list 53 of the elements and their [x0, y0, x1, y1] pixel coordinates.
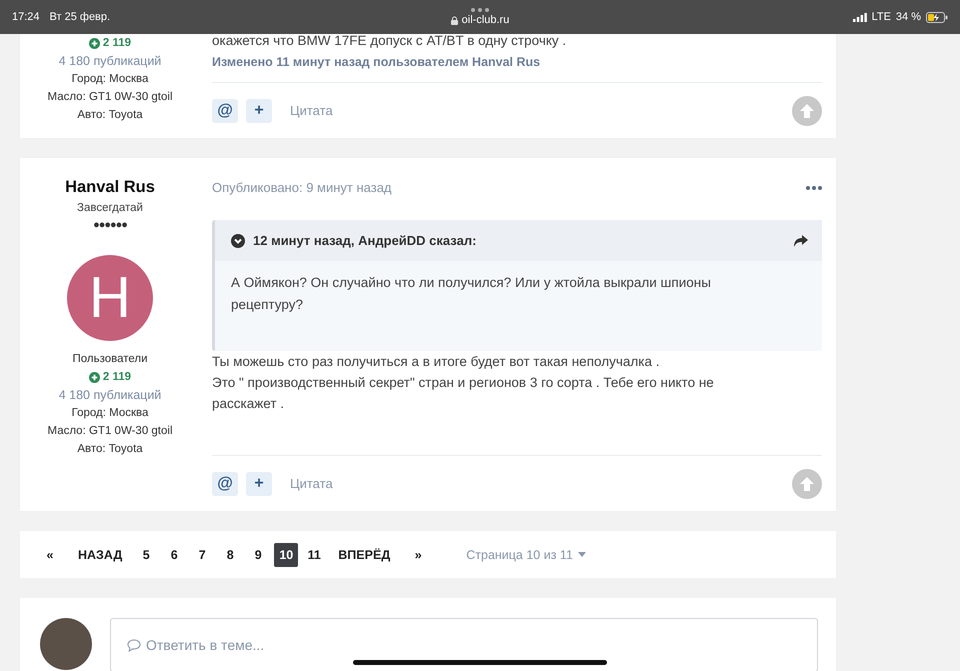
arrow-up-icon: [798, 102, 816, 120]
tab-dots-icon: [471, 8, 489, 12]
post-text: окажется что BMW 17FE допуск с AT/BT в одну строчку .: [212, 32, 568, 50]
page-link[interactable]: 9: [246, 542, 270, 566]
quote-text: А Оймякон? Он случайно что ли получился? Или у жтойла выкрали шпионы рецептуру?: [230, 274, 712, 314]
status-time: 17:24: [12, 11, 40, 23]
address-bar[interactable]: oil-club.ru: [450, 14, 510, 26]
reputation: 2 119: [88, 368, 132, 386]
network-type: LTE: [872, 11, 891, 23]
reputation: 2 119: [88, 34, 132, 52]
battery-percent: 34 %: [896, 11, 921, 23]
page-link[interactable]: 11: [302, 542, 326, 566]
profile-field: Авто: Toyota: [77, 440, 143, 458]
page-link[interactable]: 8: [218, 542, 242, 566]
page-link[interactable]: 5: [134, 542, 158, 566]
add-button[interactable]: +: [246, 98, 272, 122]
profile-field: Масло: GT1 0W-30 gtoil: [47, 88, 172, 106]
user-photo-placeholder: [40, 618, 92, 670]
arrow-up-icon: [798, 474, 816, 492]
lock-icon: [450, 16, 458, 24]
author-group: Пользователи: [72, 350, 148, 368]
profile-field: Город: Москва: [72, 404, 148, 422]
quote-citation[interactable]: 12 минут назад, АндрейDD сказал:: [231, 233, 476, 248]
battery-icon: [926, 12, 948, 22]
profile-field: Масло: GT1 0W-30 gtoil: [47, 422, 172, 440]
share-arrow-icon[interactable]: [794, 234, 808, 246]
prev-page-link[interactable]: НАЗАД: [72, 542, 128, 566]
post-date: Опубликовано: 9 минут назад: [212, 179, 392, 197]
avatar[interactable]: H: [67, 255, 153, 341]
caret-icon: [578, 552, 586, 557]
page-link[interactable]: 6: [162, 542, 186, 566]
first-page-link[interactable]: «: [38, 542, 62, 566]
more-icon[interactable]: [806, 186, 822, 190]
speech-bubble-icon: [127, 638, 141, 652]
chevron-down-circle-icon: [231, 234, 245, 248]
profile-field: Город: Москва: [72, 70, 148, 88]
author-name[interactable]: Hanval Rus: [65, 175, 155, 199]
profile-field: Авто: Toyota: [77, 106, 143, 124]
page-link[interactable]: 10: [274, 542, 298, 566]
post-text: Ты можешь сто раз получиться а в итоге будет вот такая неполучалка . Это " производственный секрет" стран и регионов 3 го сорта . Тебе его никто не расскажет .: [212, 353, 715, 413]
status-date: Вт 25 февр.: [50, 11, 110, 23]
author-rank: Завсегдатай: [77, 201, 143, 216]
rank-pips: ●●●●●●: [93, 218, 127, 233]
next-page-link[interactable]: ВПЕРЁД: [332, 542, 396, 566]
last-page-link[interactable]: »: [406, 542, 430, 566]
signal-icon: [852, 12, 867, 22]
page-link[interactable]: 7: [190, 542, 214, 566]
mention-button[interactable]: @: [212, 98, 238, 122]
edited-note: Изменено 11 минут назад пользователем Hanval Rus: [212, 54, 542, 71]
add-button[interactable]: +: [246, 472, 272, 496]
mention-button[interactable]: @: [212, 472, 238, 496]
plus-circle-icon: [88, 372, 100, 382]
plus-circle-icon: [88, 38, 100, 48]
